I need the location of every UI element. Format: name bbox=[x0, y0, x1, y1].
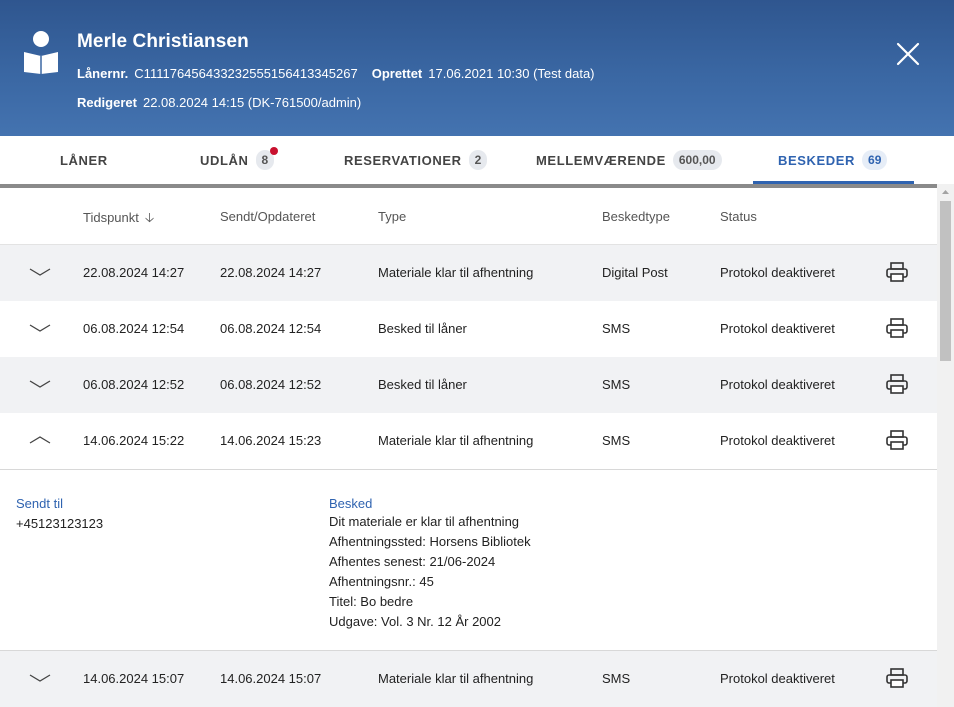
column-header-type: Type bbox=[378, 209, 407, 224]
tab-bar: LÅNER UDLÅN 8 RESERVATIONER 2 MELLEMVÆRE… bbox=[0, 136, 954, 184]
oprettet-label: Oprettet bbox=[371, 66, 423, 81]
cell-beskedtype: SMS bbox=[602, 377, 631, 392]
tab-label: BESKEDER bbox=[778, 152, 856, 168]
scroll-up-arrow-icon[interactable] bbox=[937, 186, 954, 198]
tab-label: RESERVATIONER bbox=[344, 152, 462, 168]
cell-type: Besked til låner bbox=[378, 377, 467, 392]
lanernr-label: Lånernr. bbox=[77, 66, 129, 81]
borrower-meta-line-1: Lånernr. C111176456433232555156413345267 O… bbox=[77, 66, 595, 81]
tab-beskeder[interactable]: BESKEDER 69 bbox=[778, 136, 888, 184]
chevron-up-icon[interactable] bbox=[28, 432, 52, 448]
table-row[interactable]: 06.08.2024 12:54 06.08.2024 12:54 Besked… bbox=[0, 301, 937, 357]
lanernr-value: C111176456433232555156413345267 bbox=[134, 66, 358, 81]
table-header: Tidspunkt 🡣 Sendt/Opdateret Type Beskedty… bbox=[0, 188, 937, 245]
count-badge: 2 bbox=[468, 150, 488, 170]
cell-status: Protokol deaktiveret bbox=[720, 671, 835, 686]
cell-sendt: 14.06.2024 15:23 bbox=[220, 433, 322, 448]
cell-tidspunkt: 06.08.2024 12:52 bbox=[83, 377, 185, 392]
redigeret-label: Redigeret bbox=[77, 95, 137, 110]
cell-status: Protokol deaktiveret bbox=[720, 433, 835, 448]
tab-label: MELLEMVÆRENDE bbox=[536, 152, 666, 168]
borrower-header: Merle Christiansen Lånernr. C111176456433… bbox=[0, 0, 954, 136]
table-row[interactable]: 22.08.2024 14:27 22.08.2024 14:27 Materi… bbox=[0, 245, 937, 301]
table-row[interactable]: 14.06.2024 15:07 14.06.2024 15:07 Materi… bbox=[0, 651, 937, 707]
besked-line: Udgave: Vol. 3 Nr. 12 År 2002 bbox=[329, 614, 501, 629]
cell-sendt: 14.06.2024 15:07 bbox=[220, 671, 322, 686]
cell-beskedtype: SMS bbox=[602, 671, 631, 686]
cell-tidspunkt: 06.08.2024 12:54 bbox=[83, 321, 185, 336]
besked-line: Afhentes senest: 21/06-2024 bbox=[329, 554, 496, 569]
chevron-down-icon[interactable] bbox=[28, 376, 52, 392]
notification-dot-icon bbox=[270, 147, 279, 155]
besked-line: Afhentningsnr.: 45 bbox=[329, 574, 434, 589]
column-header-tidspunkt[interactable]: Tidspunkt 🡣 bbox=[83, 209, 154, 231]
close-icon[interactable] bbox=[894, 40, 922, 68]
badge-value: 8 bbox=[261, 153, 269, 167]
besked-text: Dit materiale er klar til afhentning Afh… bbox=[329, 512, 531, 632]
printer-icon[interactable] bbox=[885, 373, 909, 395]
printer-icon[interactable] bbox=[885, 317, 909, 339]
cell-beskedtype: SMS bbox=[602, 433, 631, 448]
chevron-down-icon[interactable] bbox=[28, 320, 52, 336]
count-badge: 69 bbox=[862, 150, 888, 170]
tab-label: UDLÅN bbox=[200, 152, 249, 168]
borrower-name: Merle Christiansen bbox=[77, 31, 249, 52]
arrow-down-icon: 🡣 bbox=[144, 210, 155, 225]
cell-tidspunkt: 14.06.2024 15:07 bbox=[83, 671, 185, 686]
printer-icon[interactable] bbox=[885, 429, 909, 451]
cell-status: Protokol deaktiveret bbox=[720, 377, 835, 392]
tab-label: LÅNER bbox=[60, 152, 108, 168]
cell-status: Protokol deaktiveret bbox=[720, 321, 835, 336]
printer-icon[interactable] bbox=[885, 667, 909, 689]
cell-status: Protokol deaktiveret bbox=[720, 265, 835, 280]
column-header-sendt: Sendt/Opdateret bbox=[220, 209, 316, 224]
cell-tidspunkt: 22.08.2024 14:27 bbox=[83, 265, 185, 280]
chevron-down-icon[interactable] bbox=[28, 264, 52, 280]
cell-beskedtype: Digital Post bbox=[602, 265, 668, 280]
table-row[interactable]: 06.08.2024 12:52 06.08.2024 12:52 Besked… bbox=[0, 357, 937, 413]
count-badge: 8 bbox=[255, 147, 279, 170]
besked-label: Besked bbox=[329, 496, 373, 511]
besked-line: Afhentningssted: Horsens Bibliotek bbox=[329, 534, 531, 549]
oprettet-value: 17.06.2021 10:30 (Test data) bbox=[428, 66, 595, 81]
messages-table: Tidspunkt 🡣 Sendt/Opdateret Type Beskedty… bbox=[0, 188, 937, 707]
tab-udlan[interactable]: UDLÅN 8 bbox=[200, 136, 279, 184]
sendt-til-value: +45123123123 bbox=[16, 516, 104, 531]
cell-type: Besked til låner bbox=[378, 321, 467, 336]
cell-sendt: 06.08.2024 12:54 bbox=[220, 321, 322, 336]
cell-beskedtype: SMS bbox=[602, 321, 631, 336]
sendt-til-label: Sendt til bbox=[16, 496, 63, 511]
tab-laner[interactable]: LÅNER bbox=[60, 136, 108, 184]
besked-line: Titel: Bo bedre bbox=[329, 594, 414, 609]
cell-type: Materiale klar til afhentning bbox=[378, 433, 534, 448]
cell-type: Materiale klar til afhentning bbox=[378, 265, 534, 280]
cell-sendt: 06.08.2024 12:52 bbox=[220, 377, 322, 392]
cell-type: Materiale klar til afhentning bbox=[378, 671, 534, 686]
tab-mellemvaerende[interactable]: MELLEMVÆRENDE 600,00 bbox=[536, 136, 722, 184]
message-detail-panel: Sendt til +45123123123 Besked Dit materi… bbox=[0, 469, 937, 651]
column-header-beskedtype: Beskedtype bbox=[602, 209, 670, 224]
borrower-meta-line-2: Redigeret 22.08.2024 14:15 (DK-761500/adm… bbox=[77, 95, 361, 110]
besked-line: Dit materiale er klar til afhentning bbox=[329, 514, 520, 529]
tab-reservationer[interactable]: RESERVATIONER 2 bbox=[344, 136, 488, 184]
scrollbar-thumb[interactable] bbox=[940, 201, 951, 361]
vertical-scrollbar[interactable] bbox=[937, 184, 954, 707]
cell-sendt: 22.08.2024 14:27 bbox=[220, 265, 322, 280]
chevron-down-icon[interactable] bbox=[28, 670, 52, 686]
printer-icon[interactable] bbox=[885, 261, 909, 283]
table-row-expanded[interactable]: 14.06.2024 15:22 14.06.2024 15:23 Materi… bbox=[0, 413, 937, 469]
redigeret-value: 22.08.2024 14:15 (DK-761500/admin) bbox=[142, 95, 362, 110]
column-header-status: Status bbox=[720, 209, 757, 224]
column-label: Tidspunkt bbox=[83, 210, 139, 225]
reader-icon bbox=[24, 31, 58, 74]
amount-badge: 600,00 bbox=[672, 150, 722, 170]
cell-tidspunkt: 14.06.2024 15:22 bbox=[83, 433, 185, 448]
